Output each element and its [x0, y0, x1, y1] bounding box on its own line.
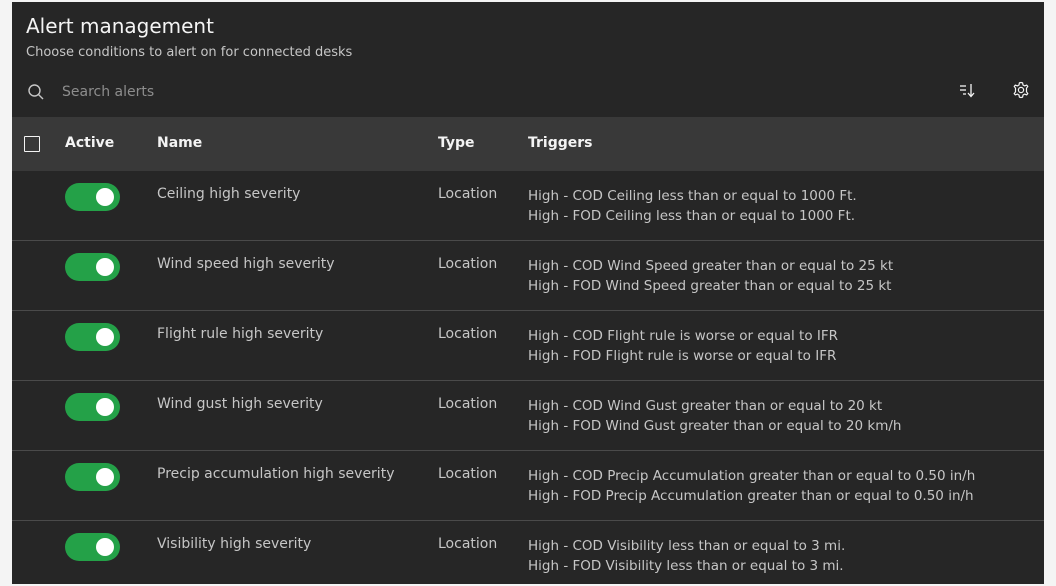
page-subtitle: Choose conditions to alert on for connec… [26, 45, 353, 60]
sort-icon [957, 80, 977, 104]
alerts-table-body: Ceiling high severity Location High - CO… [12, 171, 1044, 584]
toggle-knob [96, 328, 114, 346]
alert-triggers: High - COD Wind Speed greater than or eq… [528, 256, 893, 296]
trigger-line: High - FOD Visibility less than or equal… [528, 558, 844, 574]
alert-type: Location [438, 396, 498, 412]
table-row[interactable]: Wind speed high severity Location High -… [12, 241, 1044, 311]
trigger-line: High - COD Wind Speed greater than or eq… [528, 258, 894, 274]
table-row[interactable]: Precip accumulation high severity Locati… [12, 451, 1044, 521]
active-toggle[interactable] [65, 183, 120, 211]
alert-triggers: High - COD Precip Accumulation greater t… [528, 466, 975, 506]
trigger-line: High - COD Wind Gust greater than or equ… [528, 398, 883, 414]
alert-name: Precip accumulation high severity [157, 466, 395, 482]
alert-type: Location [438, 256, 498, 272]
search-icon [26, 82, 46, 102]
trigger-line: High - FOD Flight rule is worse or equal… [528, 348, 837, 364]
search-input[interactable] [62, 78, 662, 106]
column-header-type[interactable]: Type [438, 135, 475, 151]
settings-icon [1011, 80, 1031, 104]
alert-name: Visibility high severity [157, 536, 312, 552]
active-toggle[interactable] [65, 533, 120, 561]
toggle-knob [96, 258, 114, 276]
alert-name: Wind speed high severity [157, 256, 335, 272]
trigger-line: High - COD Precip Accumulation greater t… [528, 468, 976, 484]
column-header-active[interactable]: Active [65, 135, 114, 151]
alert-name: Ceiling high severity [157, 186, 301, 202]
toggle-knob [96, 468, 114, 486]
table-row[interactable]: Ceiling high severity Location High - CO… [12, 171, 1044, 241]
toggle-knob [96, 188, 114, 206]
alert-management-panel: Alert management Choose conditions to al… [12, 2, 1044, 584]
alert-type: Location [438, 186, 498, 202]
alert-type: Location [438, 466, 498, 482]
alert-triggers: High - COD Visibility less than or equal… [528, 536, 845, 576]
page-title: Alert management [26, 14, 214, 38]
table-row[interactable]: Visibility high severity Location High -… [12, 521, 1044, 584]
alert-triggers: High - COD Flight rule is worse or equal… [528, 326, 838, 366]
table-row[interactable]: Wind gust high severity Location High - … [12, 381, 1044, 451]
active-toggle[interactable] [65, 323, 120, 351]
column-header-name[interactable]: Name [157, 135, 202, 151]
table-header: Active Name Type Triggers [12, 117, 1044, 171]
trigger-line: High - FOD Wind Speed greater than or eq… [528, 278, 892, 294]
active-toggle[interactable] [65, 463, 120, 491]
settings-button[interactable] [1009, 80, 1033, 104]
alert-type: Location [438, 326, 498, 342]
alert-type: Location [438, 536, 498, 552]
trigger-line: High - COD Visibility less than or equal… [528, 538, 846, 554]
active-toggle[interactable] [65, 253, 120, 281]
active-toggle[interactable] [65, 393, 120, 421]
trigger-line: High - FOD Ceiling less than or equal to… [528, 208, 856, 224]
alert-triggers: High - COD Wind Gust greater than or equ… [528, 396, 901, 436]
alert-name: Flight rule high severity [157, 326, 324, 342]
toggle-knob [96, 538, 114, 556]
table-toolbar [12, 72, 1044, 112]
sort-button[interactable] [955, 80, 979, 104]
alert-name: Wind gust high severity [157, 396, 323, 412]
select-all-checkbox[interactable] [24, 136, 40, 152]
toggle-knob [96, 398, 114, 416]
column-header-triggers[interactable]: Triggers [528, 135, 593, 151]
trigger-line: High - FOD Wind Gust greater than or equ… [528, 418, 902, 434]
trigger-line: High - FOD Precip Accumulation greater t… [528, 488, 974, 504]
trigger-line: High - COD Flight rule is worse or equal… [528, 328, 839, 344]
trigger-line: High - COD Ceiling less than or equal to… [528, 188, 857, 204]
alert-triggers: High - COD Ceiling less than or equal to… [528, 186, 857, 226]
table-row[interactable]: Flight rule high severity Location High … [12, 311, 1044, 381]
